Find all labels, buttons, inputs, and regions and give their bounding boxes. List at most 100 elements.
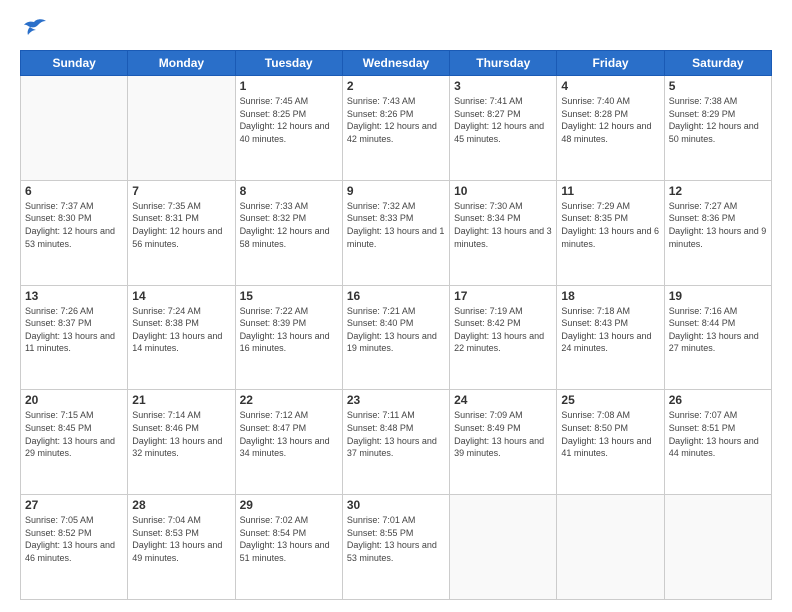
day-cell: 10 Sunrise: 7:30 AM Sunset: 8:34 PM Dayli… [450, 180, 557, 285]
day-cell: 29Sunrise: 7:02 AM Sunset: 8:54 PM Dayli… [235, 495, 342, 600]
weekday-header-wednesday: Wednesday [342, 51, 449, 76]
day-number: 10 [454, 184, 552, 198]
day-info: Sunrise: 7:40 AM Sunset: 8:28 PM Dayligh… [561, 95, 659, 145]
day-number: 1 [240, 79, 338, 93]
day-number: 16 [347, 289, 445, 303]
day-number: 18 [561, 289, 659, 303]
weekday-header-monday: Monday [128, 51, 235, 76]
day-number: 28 [132, 498, 230, 512]
day-info: Sunrise: 7:32 AM Sunset: 8:33 PM Dayligh… [347, 200, 445, 250]
weekday-header-thursday: Thursday [450, 51, 557, 76]
logo [20, 18, 52, 40]
week-row-4: 20 Sunrise: 7:15 AM Sunset: 8:45 PM Dayli… [21, 390, 772, 495]
day-number: 8 [240, 184, 338, 198]
day-number: 26 [669, 393, 767, 407]
day-number: 22 [240, 393, 338, 407]
day-number: 24 [454, 393, 552, 407]
day-cell: 19 Sunrise: 7:16 AM Sunset: 8:44 PM Dayli… [664, 285, 771, 390]
day-info: Sunrise: 7:08 AM Sunset: 8:50 PM Dayligh… [561, 409, 659, 459]
day-info: Sunrise: 7:27 AM Sunset: 8:36 PM Dayligh… [669, 200, 767, 250]
day-number: 13 [25, 289, 123, 303]
day-info: Sunrise: 7:07 AM Sunset: 8:51 PM Dayligh… [669, 409, 767, 459]
day-info: Sunrise: 7:18 AM Sunset: 8:43 PM Dayligh… [561, 305, 659, 355]
day-info: Sunrise: 7:26 AM Sunset: 8:37 PM Dayligh… [25, 305, 123, 355]
day-number: 14 [132, 289, 230, 303]
logo-bird-icon [20, 18, 48, 40]
day-number: 21 [132, 393, 230, 407]
day-number: 15 [240, 289, 338, 303]
day-number: 2 [347, 79, 445, 93]
day-cell: 14Sunrise: 7:24 AM Sunset: 8:38 PM Dayli… [128, 285, 235, 390]
day-info: Sunrise: 7:11 AM Sunset: 8:48 PM Dayligh… [347, 409, 445, 459]
day-info: Sunrise: 7:19 AM Sunset: 8:42 PM Dayligh… [454, 305, 552, 355]
day-info: Sunrise: 7:22 AM Sunset: 8:39 PM Dayligh… [240, 305, 338, 355]
day-cell: 13 Sunrise: 7:26 AM Sunset: 8:37 PM Dayli… [21, 285, 128, 390]
day-cell: 28 Sunrise: 7:04 AM Sunset: 8:53 PM Dayli… [128, 495, 235, 600]
day-number: 6 [25, 184, 123, 198]
day-number: 12 [669, 184, 767, 198]
page: SundayMondayTuesdayWednesdayThursdayFrid… [0, 0, 792, 612]
day-number: 23 [347, 393, 445, 407]
week-row-3: 13 Sunrise: 7:26 AM Sunset: 8:37 PM Dayli… [21, 285, 772, 390]
day-info: Sunrise: 7:09 AM Sunset: 8:49 PM Dayligh… [454, 409, 552, 459]
day-cell [450, 495, 557, 600]
day-cell: 3 Sunrise: 7:41 AM Sunset: 8:27 PM Daylig… [450, 76, 557, 181]
day-cell: 2Sunrise: 7:43 AM Sunset: 8:26 PM Daylig… [342, 76, 449, 181]
day-number: 25 [561, 393, 659, 407]
day-info: Sunrise: 7:29 AM Sunset: 8:35 PM Dayligh… [561, 200, 659, 250]
day-number: 29 [240, 498, 338, 512]
day-cell: 11 Sunrise: 7:29 AM Sunset: 8:35 PM Dayli… [557, 180, 664, 285]
day-info: Sunrise: 7:01 AM Sunset: 8:55 PM Dayligh… [347, 514, 445, 564]
weekday-header-row: SundayMondayTuesdayWednesdayThursdayFrid… [21, 51, 772, 76]
weekday-header-tuesday: Tuesday [235, 51, 342, 76]
day-number: 27 [25, 498, 123, 512]
day-cell: 22 Sunrise: 7:12 AM Sunset: 8:47 PM Dayli… [235, 390, 342, 495]
week-row-5: 27 Sunrise: 7:05 AM Sunset: 8:52 PM Dayli… [21, 495, 772, 600]
day-info: Sunrise: 7:15 AM Sunset: 8:45 PM Dayligh… [25, 409, 123, 459]
day-info: Sunrise: 7:41 AM Sunset: 8:27 PM Dayligh… [454, 95, 552, 145]
weekday-header-saturday: Saturday [664, 51, 771, 76]
day-number: 11 [561, 184, 659, 198]
day-info: Sunrise: 7:16 AM Sunset: 8:44 PM Dayligh… [669, 305, 767, 355]
day-cell: 27 Sunrise: 7:05 AM Sunset: 8:52 PM Dayli… [21, 495, 128, 600]
day-number: 30 [347, 498, 445, 512]
day-cell: 4 Sunrise: 7:40 AM Sunset: 8:28 PM Daylig… [557, 76, 664, 181]
day-cell: 1 Sunrise: 7:45 AM Sunset: 8:25 PM Daylig… [235, 76, 342, 181]
day-cell: 23 Sunrise: 7:11 AM Sunset: 8:48 PM Dayli… [342, 390, 449, 495]
day-cell: 7Sunrise: 7:35 AM Sunset: 8:31 PM Daylig… [128, 180, 235, 285]
day-info: Sunrise: 7:04 AM Sunset: 8:53 PM Dayligh… [132, 514, 230, 564]
day-number: 3 [454, 79, 552, 93]
day-cell: 12 Sunrise: 7:27 AM Sunset: 8:36 PM Dayli… [664, 180, 771, 285]
day-number: 20 [25, 393, 123, 407]
day-cell: 6 Sunrise: 7:37 AM Sunset: 8:30 PM Daylig… [21, 180, 128, 285]
day-cell: 25 Sunrise: 7:08 AM Sunset: 8:50 PM Dayli… [557, 390, 664, 495]
calendar-table: SundayMondayTuesdayWednesdayThursdayFrid… [20, 50, 772, 600]
day-info: Sunrise: 7:38 AM Sunset: 8:29 PM Dayligh… [669, 95, 767, 145]
header [20, 18, 772, 40]
day-info: Sunrise: 7:45 AM Sunset: 8:25 PM Dayligh… [240, 95, 338, 145]
day-number: 5 [669, 79, 767, 93]
day-cell: 17Sunrise: 7:19 AM Sunset: 8:42 PM Dayli… [450, 285, 557, 390]
day-cell [21, 76, 128, 181]
day-cell: 9 Sunrise: 7:32 AM Sunset: 8:33 PM Daylig… [342, 180, 449, 285]
day-cell: 30 Sunrise: 7:01 AM Sunset: 8:55 PM Dayli… [342, 495, 449, 600]
day-cell: 26 Sunrise: 7:07 AM Sunset: 8:51 PM Dayli… [664, 390, 771, 495]
day-info: Sunrise: 7:33 AM Sunset: 8:32 PM Dayligh… [240, 200, 338, 250]
day-cell [664, 495, 771, 600]
day-cell: 8 Sunrise: 7:33 AM Sunset: 8:32 PM Daylig… [235, 180, 342, 285]
week-row-2: 6 Sunrise: 7:37 AM Sunset: 8:30 PM Daylig… [21, 180, 772, 285]
day-cell [128, 76, 235, 181]
day-cell: 15 Sunrise: 7:22 AM Sunset: 8:39 PM Dayli… [235, 285, 342, 390]
day-cell: 20 Sunrise: 7:15 AM Sunset: 8:45 PM Dayli… [21, 390, 128, 495]
day-cell [557, 495, 664, 600]
weekday-header-friday: Friday [557, 51, 664, 76]
day-info: Sunrise: 7:05 AM Sunset: 8:52 PM Dayligh… [25, 514, 123, 564]
day-number: 9 [347, 184, 445, 198]
day-info: Sunrise: 7:14 AM Sunset: 8:46 PM Dayligh… [132, 409, 230, 459]
day-info: Sunrise: 7:35 AM Sunset: 8:31 PM Dayligh… [132, 200, 230, 250]
day-number: 19 [669, 289, 767, 303]
day-number: 4 [561, 79, 659, 93]
day-info: Sunrise: 7:30 AM Sunset: 8:34 PM Dayligh… [454, 200, 552, 250]
day-info: Sunrise: 7:12 AM Sunset: 8:47 PM Dayligh… [240, 409, 338, 459]
day-info: Sunrise: 7:37 AM Sunset: 8:30 PM Dayligh… [25, 200, 123, 250]
